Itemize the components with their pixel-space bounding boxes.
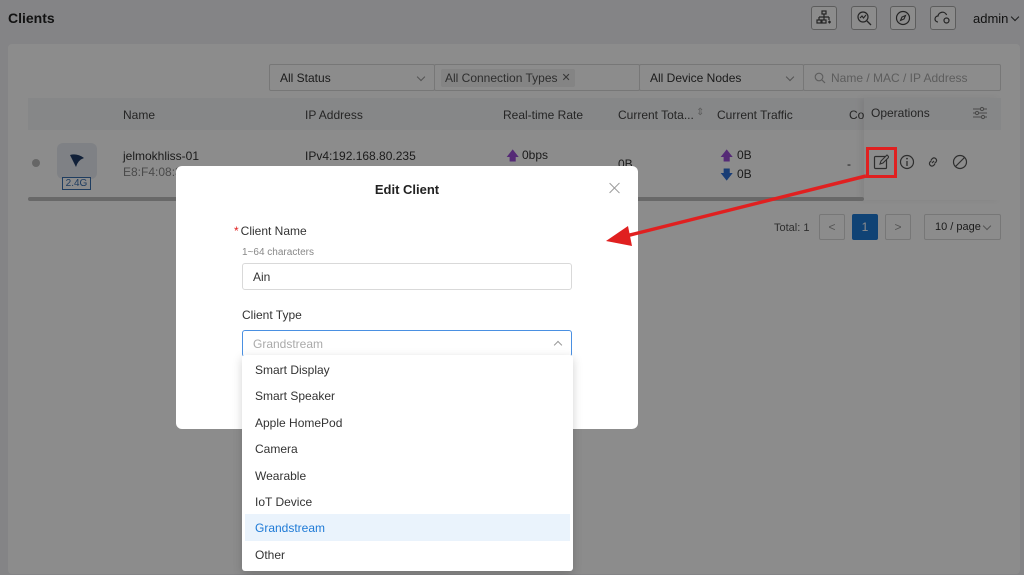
option-smart-speaker[interactable]: Smart Speaker [245, 382, 570, 408]
option-wearable[interactable]: Wearable [245, 462, 570, 488]
dialog-title: Edit Client [374, 182, 440, 197]
chevron-up-icon [553, 340, 563, 350]
client-name-hint: 1~64 characters [242, 247, 314, 258]
client-name-input[interactable]: Ain [242, 263, 572, 290]
client-type-dropdown: Smart Display Smart Speaker Apple HomePo… [242, 355, 573, 571]
annotation-highlight-box [866, 147, 897, 178]
client-name-label-text: Client Name [240, 224, 307, 238]
option-camera[interactable]: Camera [245, 435, 570, 461]
client-type-select[interactable]: Grandstream [242, 330, 572, 357]
option-iot-device[interactable]: IoT Device [245, 488, 570, 514]
client-type-placeholder: Grandstream [253, 337, 324, 351]
option-smart-display[interactable]: Smart Display [245, 356, 570, 382]
option-other[interactable]: Other [245, 541, 570, 567]
option-grandstream[interactable]: Grandstream [245, 514, 570, 541]
client-type-label: Client Type [242, 308, 302, 322]
close-icon[interactable] [608, 181, 622, 195]
required-marker: * [234, 224, 239, 238]
client-name-label: * Client Name [234, 224, 307, 238]
option-apple-homepod[interactable]: Apple HomePod [245, 409, 570, 435]
